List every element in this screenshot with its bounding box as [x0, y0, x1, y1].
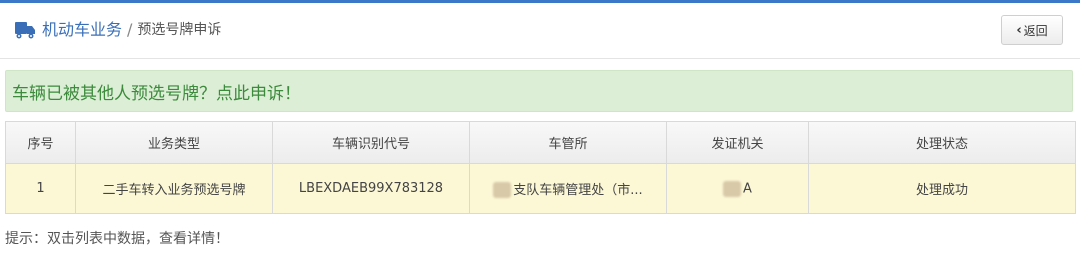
redacted-mark — [493, 182, 512, 199]
hint-text: 提示：双击列表中数据，查看详情！ — [5, 231, 229, 247]
cell-office-text: 支队车辆管理处（市... — [513, 182, 643, 198]
column-header-vin[interactable]: 车辆识别代号 — [272, 121, 470, 164]
cell-vin: LBEXDAEB99X783128 — [272, 163, 470, 214]
cell-business-type: 二手车转入业务预选号牌 — [75, 163, 273, 214]
page-header: 机动车业务 / 预选号牌申诉 ‹ 返回 — [0, 3, 1080, 59]
back-button-label: 返回 — [1023, 23, 1048, 38]
breadcrumb-root[interactable]: 机动车业务 — [42, 19, 122, 41]
appeal-alert-text: 车辆已被其他人预选号牌？点此申诉！ — [12, 83, 301, 104]
breadcrumb: 机动车业务 / 预选号牌申诉 — [14, 19, 221, 41]
table-row[interactable]: 1 二手车转入业务预选号牌 LBEXDAEB99X783128 支队车辆管理处（… — [5, 163, 1076, 214]
table-header-row: 序号 业务类型 车辆识别代号 车管所 发证机关 处理状态 — [5, 121, 1076, 164]
appeal-table: 序号 业务类型 车辆识别代号 车管所 发证机关 处理状态 1 二手车转入业务预选… — [5, 121, 1076, 214]
column-header-business-type[interactable]: 业务类型 — [75, 121, 273, 164]
column-header-seq[interactable]: 序号 — [5, 121, 76, 164]
column-header-office[interactable]: 车管所 — [469, 121, 667, 164]
breadcrumb-current: 预选号牌申诉 — [137, 22, 222, 38]
cell-status: 处理成功 — [808, 163, 1076, 214]
cell-office: 支队车辆管理处（市... — [469, 163, 667, 214]
redacted-mark — [723, 180, 742, 197]
appeal-alert-link[interactable]: 车辆已被其他人预选号牌？点此申诉！ — [5, 70, 1073, 112]
column-header-issuer[interactable]: 发证机关 — [666, 121, 809, 164]
back-button[interactable]: ‹ 返回 — [1001, 15, 1063, 45]
cell-seq: 1 — [5, 163, 76, 214]
cell-issuer-text: A — [743, 181, 752, 196]
chevron-left-icon: ‹ — [1016, 22, 1022, 38]
cell-issuer: A — [666, 163, 809, 214]
truck-icon — [14, 20, 36, 40]
column-header-status[interactable]: 处理状态 — [808, 121, 1076, 164]
breadcrumb-separator: / — [127, 20, 133, 39]
